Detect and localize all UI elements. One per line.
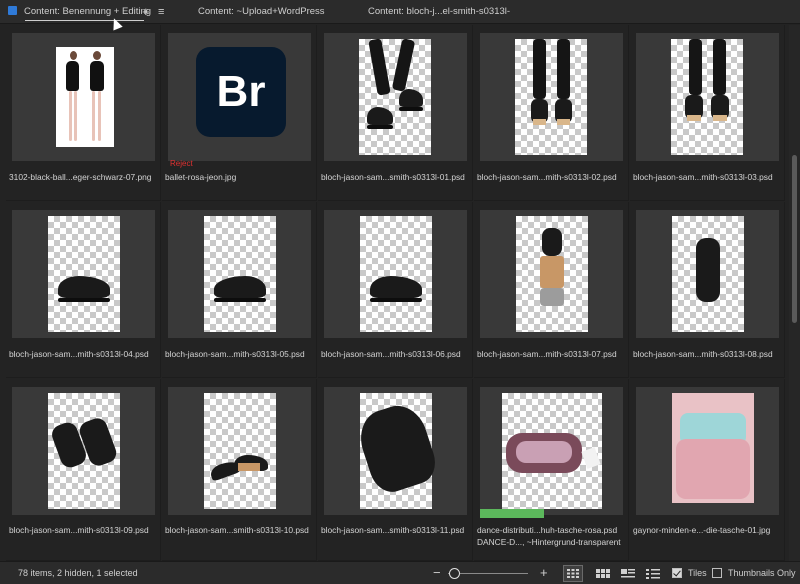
content-tile[interactable]: Br Reject ballet-rosa-jeon.jpg	[162, 25, 317, 201]
thumbnail-frame	[636, 387, 779, 515]
content-tile[interactable]: bloch-jason-sam...mith-s0313l-03.psd	[630, 25, 785, 201]
content-tile[interactable]: bloch-jason-sam...mith-s0313l-06.psd	[318, 202, 473, 378]
filename-label: bloch-jason-sam...mith-s0313l-05.psd	[165, 349, 305, 359]
active-tab-underline	[25, 20, 144, 21]
zoom-in-icon[interactable]: +	[540, 562, 548, 584]
thumbnail-frame	[12, 387, 155, 515]
content-tile[interactable]: bloch-jason-sam...mith-s0313l-02.psd	[474, 25, 629, 201]
filename-label: bloch-jason-sam...mith-s0313l-06.psd	[321, 349, 461, 359]
thumbnail-frame	[480, 210, 623, 338]
bridge-logo-icon: Br	[196, 47, 286, 137]
content-tile[interactable]: bloch-jason-sam...smith-s0313l-10.psd	[162, 379, 317, 561]
filename-label: bloch-jason-sam...mith-s0313l-08.psd	[633, 349, 773, 359]
thumbnail-image	[352, 393, 442, 509]
tiles-checkbox[interactable]	[672, 568, 682, 578]
filename-label: bloch-jason-sam...mith-s0313l-02.psd	[477, 172, 617, 182]
filename-label: bloch-jason-sam...mith-s0313l-07.psd	[477, 349, 617, 359]
content-tile[interactable]: bloch-jason-sam...mith-s0313l-04.psd	[6, 202, 161, 378]
add-tab-icon[interactable]: +	[142, 0, 150, 24]
thumbnail-frame	[12, 33, 155, 161]
filename-label: bloch-jason-sam...smith-s0313l-11.psd	[321, 525, 465, 535]
content-tile[interactable]: 3102-black-ball...eger-schwarz-07.png	[6, 25, 161, 201]
thumbnail-frame: Br	[168, 33, 311, 161]
zoom-out-icon[interactable]: −	[433, 562, 441, 584]
reject-flag: Reject	[170, 159, 193, 168]
thumbnail-size-slider[interactable]	[448, 573, 528, 574]
thumbnails-only-checkbox[interactable]	[712, 568, 722, 578]
tab-label: Content: Benennung + Editing	[24, 6, 152, 17]
thumbnail-image	[48, 216, 120, 332]
thumbnail-frame	[168, 387, 311, 515]
thumbnail-image	[515, 39, 587, 155]
filename-label: dance-distributi...huh-tasche-rosa.psd	[477, 525, 618, 535]
filename-label: bloch-jason-sam...smith-s0313l-10.psd	[165, 525, 309, 535]
thumbnail-frame	[168, 210, 311, 338]
thumbnail-frame	[480, 33, 623, 161]
content-tile[interactable]: bloch-jason-sam...smith-s0313l-11.psd	[318, 379, 473, 561]
thumbnail-frame	[324, 210, 467, 338]
thumbnail-image	[671, 39, 743, 155]
filename-label: ballet-rosa-jeon.jpg	[165, 172, 237, 182]
thumbnail-frame	[12, 210, 155, 338]
content-tile[interactable]: dance-distributi...huh-tasche-rosa.psd D…	[474, 379, 629, 561]
item-count-status: 78 items, 2 hidden, 1 selected	[18, 568, 138, 578]
tab-menu-icon[interactable]: ≡	[158, 0, 164, 24]
content-tile[interactable]: bloch-jason-sam...mith-s0313l-09.psd	[6, 379, 161, 561]
scrollbar-thumb[interactable]	[792, 155, 797, 323]
filename-label: bloch-jason-sam...mith-s0313l-03.psd	[633, 172, 773, 182]
filename-label-line2: DANCE-D..., ~Hintergrund-transparent	[477, 537, 621, 547]
thumbnail-frame	[480, 387, 623, 515]
thumbnail-frame	[324, 33, 467, 161]
content-tile[interactable]: bloch-jason-sam...mith-s0313l-05.psd	[162, 202, 317, 378]
content-tile[interactable]: bloch-jason-sam...mith-s0313l-08.psd	[630, 202, 785, 378]
tab-upload-wordpress[interactable]: Content: ~Upload+WordPress	[198, 0, 325, 24]
thumbnails-only-label: Thumbnails Only	[728, 568, 796, 578]
filename-label: gaynor-minden-e...-die-tasche-01.jpg	[633, 525, 771, 535]
list-view-icon[interactable]	[618, 565, 638, 582]
tab-label: Content: bloch-j...el-smith-s0313l-	[368, 6, 511, 17]
tab-benennung-editing[interactable]: Content: Benennung + Editing	[8, 0, 151, 24]
details-view-icon[interactable]	[593, 565, 613, 582]
filename-label: bloch-jason-sam...mith-s0313l-04.psd	[9, 349, 149, 359]
thumbnail-image	[672, 393, 754, 503]
tab-bloch[interactable]: Content: bloch-j...el-smith-s0313l-	[368, 0, 510, 24]
thumbnail-image	[359, 38, 431, 155]
status-bar: 78 items, 2 hidden, 1 selected − + Tiles…	[0, 561, 800, 584]
thumbnail-image	[516, 216, 588, 332]
filename-label: 3102-black-ball...eger-schwarz-07.png	[9, 172, 152, 182]
thumbnail-image	[360, 216, 432, 332]
tab-label: Content: ~Upload+WordPress	[198, 6, 325, 17]
thumbnail-image	[204, 216, 276, 332]
compact-list-icon[interactable]	[643, 565, 663, 582]
filename-label: bloch-jason-sam...smith-s0313l-01.psd	[321, 172, 465, 182]
green-label-bar	[480, 509, 544, 518]
vertical-scrollbar[interactable]	[789, 25, 800, 561]
thumbnail-frame	[636, 210, 779, 338]
thumbnail-frame	[636, 33, 779, 161]
thumbnail-frame	[324, 387, 467, 515]
thumbnail-image	[56, 47, 114, 147]
filename-label: bloch-jason-sam...mith-s0313l-09.psd	[9, 525, 149, 535]
content-tile[interactable]: bloch-jason-sam...smith-s0313l-01.psd	[318, 25, 473, 201]
thumbnail-image	[672, 216, 744, 332]
panel-icon	[8, 6, 17, 15]
slider-knob[interactable]	[449, 568, 460, 579]
content-grid: 3102-black-ball...eger-schwarz-07.png Br…	[6, 25, 786, 561]
thumbnail-image	[204, 393, 276, 509]
content-tile[interactable]: gaynor-minden-e...-die-tasche-01.jpg	[630, 379, 785, 561]
tiles-label: Tiles	[688, 568, 707, 578]
content-tile[interactable]: bloch-jason-sam...mith-s0313l-07.psd	[474, 202, 629, 378]
thumbnail-image	[48, 393, 120, 509]
thumbnail-image	[502, 393, 602, 509]
grid-view-icon[interactable]	[563, 565, 583, 582]
